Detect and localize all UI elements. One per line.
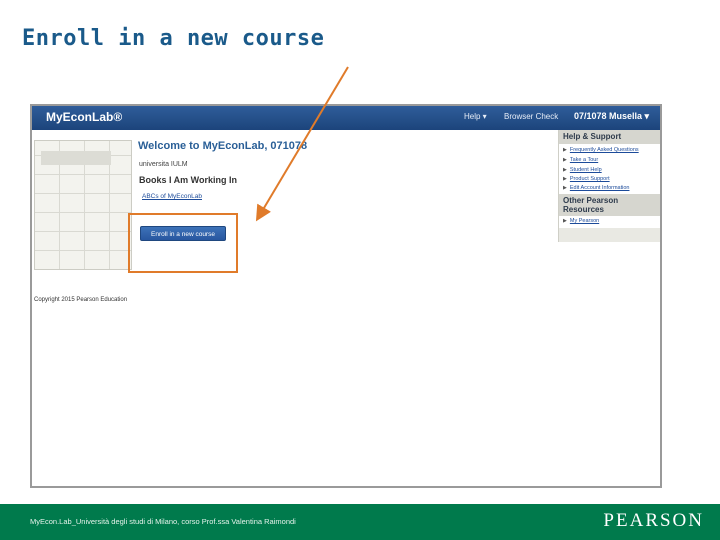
pointer-arrow — [255, 66, 349, 222]
footer-text: MyEcon.Lab_Università degli studi di Mil… — [30, 517, 296, 526]
pearson-logo: PEARSON — [603, 510, 704, 531]
footer-bar: MyEcon.Lab_Università degli studi di Mil… — [0, 504, 720, 540]
